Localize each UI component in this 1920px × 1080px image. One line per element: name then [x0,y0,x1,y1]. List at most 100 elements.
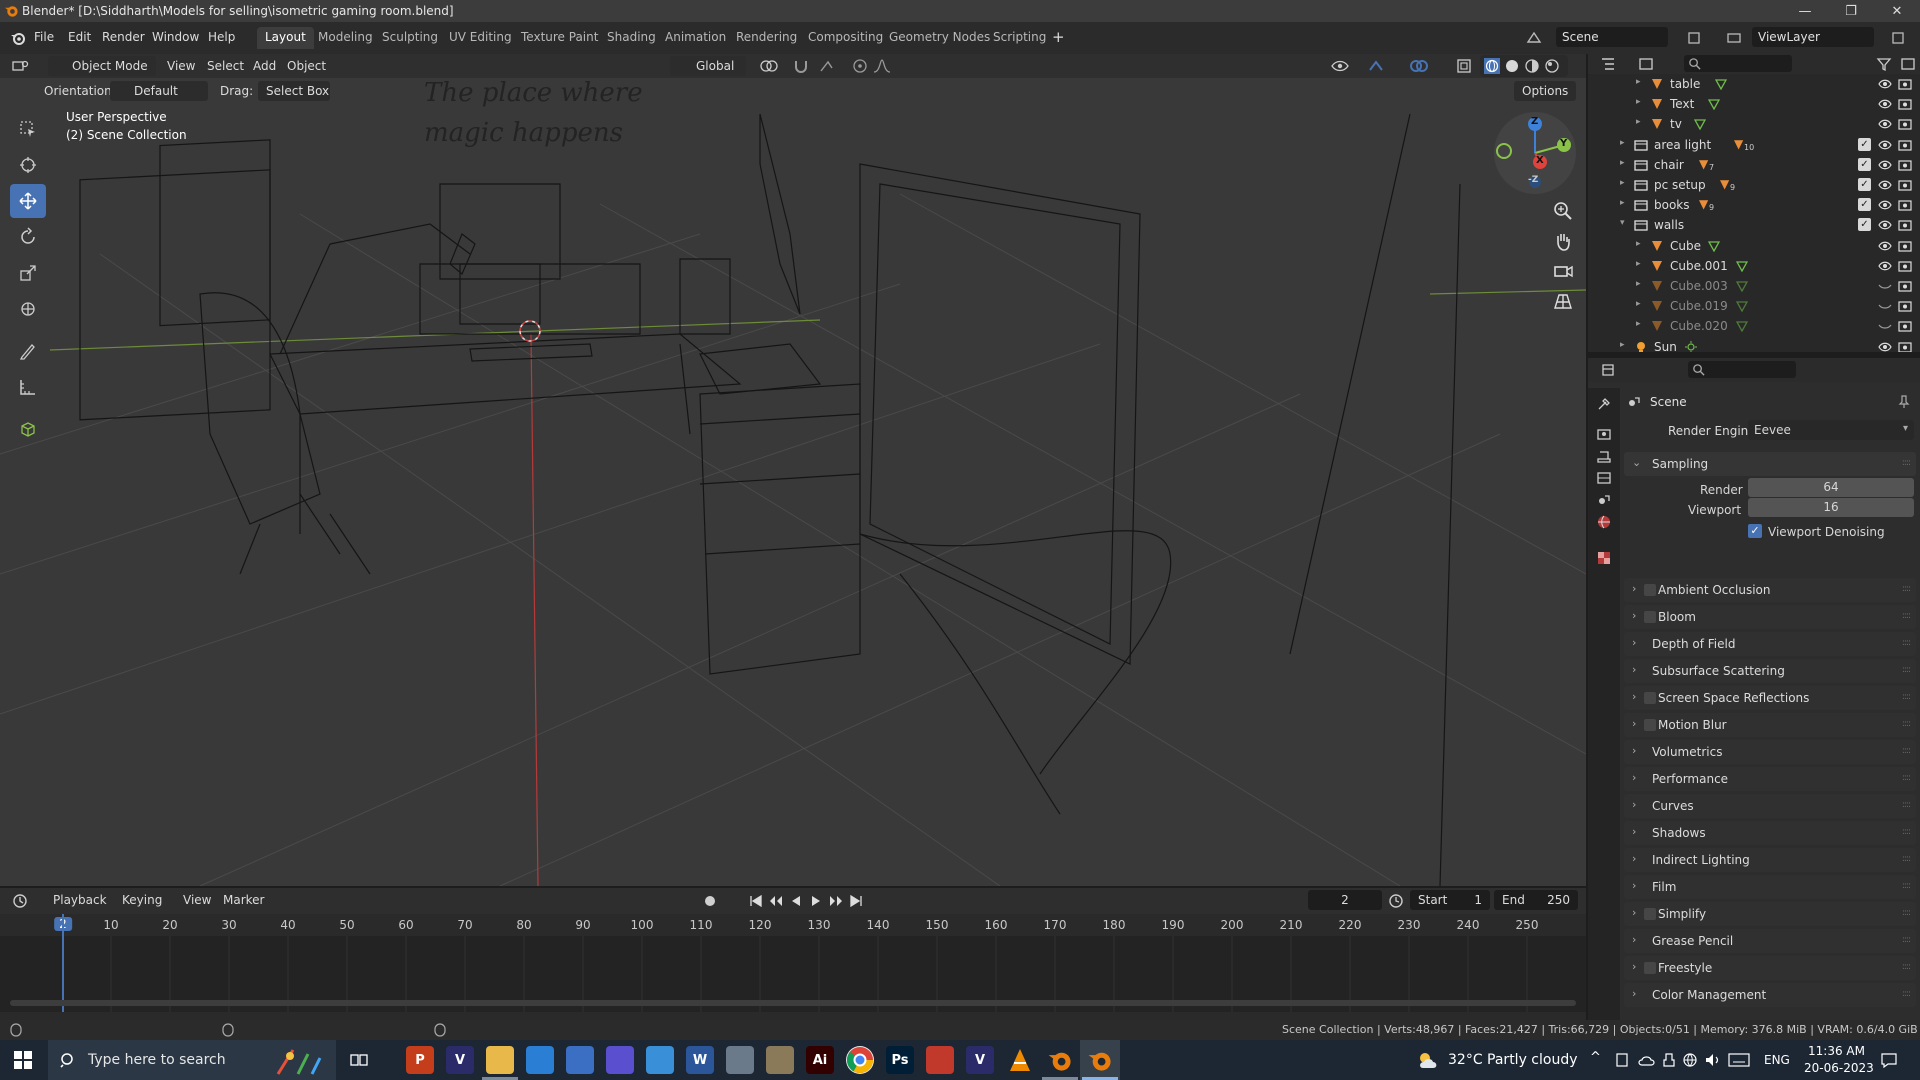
outliner-row[interactable]: ▸ chair ▼ 7 ✓ [1588,155,1920,175]
exclude-checkbox[interactable]: ✓ [1858,198,1871,212]
jump-to-start-icon[interactable] [748,893,764,909]
expand-arrow-icon[interactable]: ▸ [1636,117,1641,127]
blender-menu-icon[interactable] [10,30,26,46]
outliner-row[interactable]: ▸ Cube [1588,236,1920,256]
render-tab-icon[interactable] [1596,426,1612,442]
drag-grip-icon[interactable]: :::: [1902,881,1911,891]
tab-geometry-nodes[interactable]: Geometry Nodes [881,27,998,49]
taskbar-app-illustrator-icon[interactable]: Ai [806,1046,834,1074]
notifications-icon[interactable] [1880,1052,1898,1068]
expand-arrow-icon[interactable]: ▸ [1620,138,1625,148]
panel-shadows[interactable]: › Shadows:::: [1624,821,1916,845]
panel-depth-of-field[interactable]: › Depth of Field:::: [1624,632,1916,656]
editor-type-icon[interactable] [12,58,30,74]
taskbar-app-photos-icon[interactable] [726,1046,754,1074]
panel-grease-pencil[interactable]: › Grease Pencil:::: [1624,929,1916,953]
sampling-panel-header[interactable]: ⌄ Sampling :::: [1624,452,1916,476]
exclude-checkbox[interactable]: ✓ [1858,178,1871,191]
wifi-icon[interactable] [1682,1052,1698,1068]
task-view-icon[interactable] [350,1052,368,1068]
eye-closed-icon[interactable] [1878,280,1892,292]
pan-hand-icon[interactable] [1552,230,1574,252]
properties-search-input[interactable] [1688,361,1796,378]
eye-icon[interactable] [1878,78,1892,90]
panel-enable-checkbox[interactable] [1644,611,1656,623]
exclude-checkbox[interactable]: ✓ [1858,137,1871,151]
tool-annotate[interactable] [10,334,46,368]
rendered-shading-icon[interactable] [1544,58,1560,74]
snap-magnet-icon[interactable] [792,58,812,74]
show-hidden-icons-icon[interactable]: ^ [1590,1050,1601,1065]
windows-start-icon[interactable] [14,1051,32,1069]
expand-arrow-icon[interactable]: ▸ [1620,158,1625,168]
proportional-edit-icon[interactable] [852,58,868,74]
xray-toggle-icon[interactable] [1456,58,1472,74]
play-reverse-icon[interactable] [788,893,804,909]
menu-add[interactable]: Add [253,59,276,73]
drag-grip-icon[interactable]: :::: [1902,773,1911,783]
orientation-dropdown[interactable]: Default [110,81,208,101]
render-camera-icon[interactable] [1898,78,1912,90]
menu-view[interactable]: View [167,59,195,73]
taskbar-app-vectorworks-icon[interactable]: V [446,1046,474,1074]
panel-enable-checkbox[interactable] [1644,908,1656,920]
eye-icon[interactable] [1878,139,1892,151]
render-engine-dropdown[interactable]: Eevee ▾ [1748,420,1914,440]
render-camera-icon[interactable] [1898,341,1912,352]
eye-closed-icon[interactable] [1878,320,1892,332]
tab-scripting[interactable]: Scripting [985,27,1054,49]
drag-grip-icon[interactable]: :::: [1902,827,1911,837]
outliner-row[interactable]: ▸ Text [1588,94,1920,114]
tool-rotate[interactable] [10,220,46,254]
render-camera-icon[interactable] [1898,280,1912,292]
taskbar-app-vectorworks-2-icon[interactable]: V [966,1046,994,1074]
mesh-data-icon[interactable] [1715,78,1727,90]
panel-color-management[interactable]: › Color Management:::: [1624,983,1916,1007]
outliner-row[interactable]: ▸ Cube.003 [1588,276,1920,296]
outliner-row[interactable]: ▸ table [1588,74,1920,94]
mesh-data-icon[interactable] [1708,240,1720,252]
child-count-icon[interactable]: ▼ [1734,137,1743,151]
menu-keying[interactable]: Keying [122,893,162,907]
tab-sculpting[interactable]: Sculpting [374,27,446,49]
touch-keyboard-icon[interactable] [1728,1053,1750,1067]
expand-arrow-icon[interactable]: ▸ [1636,299,1641,309]
outliner-row[interactable]: ▾ walls ✓ [1588,215,1920,235]
expand-arrow-icon[interactable]: ▸ [1620,198,1625,208]
expand-arrow-icon[interactable]: ▸ [1636,239,1641,249]
render-camera-icon[interactable] [1898,199,1912,211]
timeline-ruler[interactable]: 2 10 20 30 40 50 60 70 80 90 100 110 120… [0,914,1586,936]
panel-enable-checkbox[interactable] [1644,962,1656,974]
end-frame-field[interactable]: End 250 [1494,890,1578,910]
viewport-denoising-checkbox[interactable]: ✓ [1748,524,1762,538]
drag-grip-icon[interactable]: :::: [1902,962,1911,972]
menu-marker[interactable]: Marker [223,893,264,907]
taskbar-app-copilot-icon[interactable] [606,1046,634,1074]
eye-icon[interactable] [1878,199,1892,211]
properties-editor-type-icon[interactable] [1600,362,1616,378]
eye-icon[interactable] [1878,219,1892,231]
drag-grip-icon[interactable]: :::: [1902,611,1911,621]
panel-film[interactable]: › Film:::: [1624,875,1916,899]
onedrive-icon[interactable] [1614,1052,1630,1068]
mesh-data-icon[interactable] [1736,300,1748,313]
tab-layout[interactable]: Layout [257,27,314,49]
jump-to-keyframe-back-icon[interactable] [768,893,784,909]
cloud-sync-icon[interactable] [1638,1052,1656,1068]
tab-animation[interactable]: Animation [657,27,734,49]
jump-to-end-icon[interactable] [848,893,864,909]
taskbar-app-file-explorer-icon[interactable] [486,1046,514,1074]
new-collection-icon[interactable] [1900,56,1916,72]
taskbar-app-feather-app-icon[interactable] [646,1046,674,1074]
output-tab-icon[interactable] [1596,448,1612,464]
drag-grip-icon[interactable]: :::: [1902,638,1911,648]
render-camera-icon[interactable] [1898,179,1912,191]
menu-edit[interactable]: Edit [68,30,91,44]
outliner-search-input[interactable] [1684,55,1792,72]
menu-select[interactable]: Select [207,59,244,73]
drag-dropdown[interactable]: Select Box [258,81,330,101]
navigation-gizmo[interactable]: Z Y X -Z [1494,112,1576,194]
eye-icon[interactable] [1878,118,1892,130]
taskbar-search-box[interactable]: Type here to search [48,1040,336,1080]
clock-time[interactable]: 11:36 AM [1808,1044,1865,1058]
